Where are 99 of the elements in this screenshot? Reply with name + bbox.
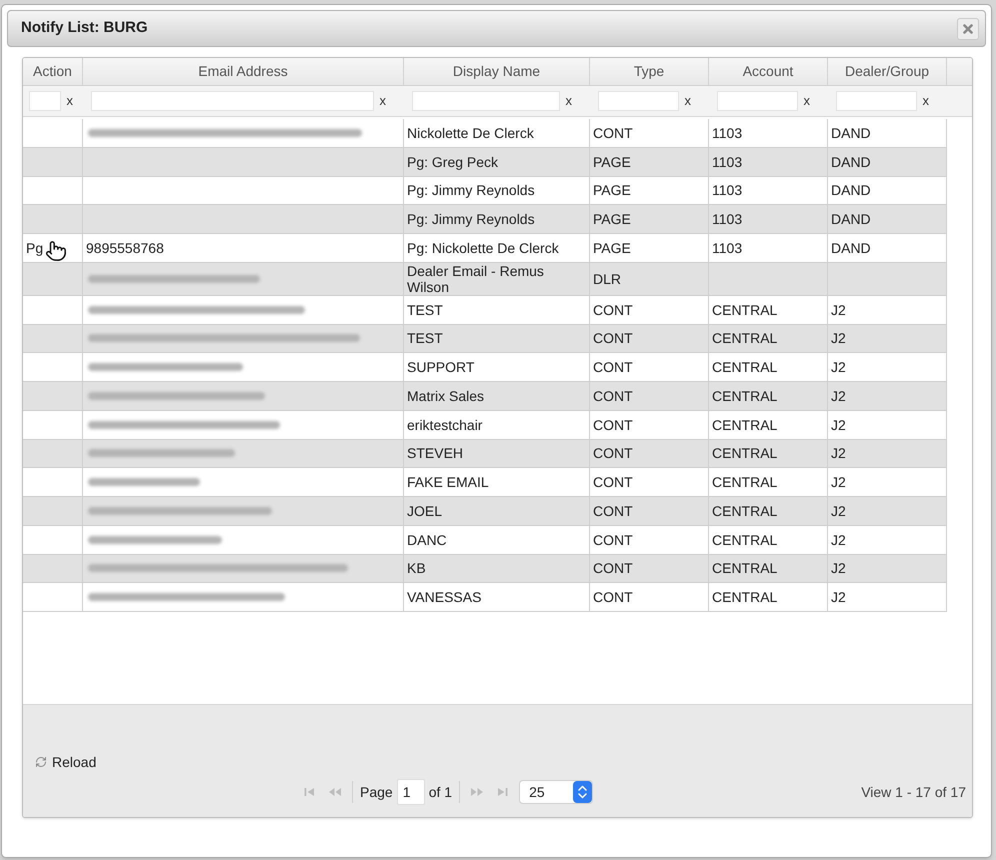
prev-page-icon [328, 787, 342, 797]
table-cell: JOEL [404, 497, 590, 525]
table-cell: J2 [828, 324, 947, 352]
refresh-icon [35, 756, 47, 768]
filter-input[interactable] [91, 91, 374, 111]
page-input[interactable]: 1 [396, 779, 425, 805]
filter-input[interactable] [29, 91, 60, 111]
table-cell: J2 [828, 583, 947, 611]
table-cell: PAGE [590, 176, 709, 204]
table-cell: SUPPORT [404, 353, 590, 381]
dialog-title: Notify List: BURG [21, 18, 148, 38]
filter-input[interactable] [598, 91, 678, 111]
table-cell: J2 [828, 296, 947, 324]
table-cell: Pg: Greg Peck [404, 148, 590, 176]
table-cell: 9895558768 [83, 234, 404, 262]
table-cell: Dealer Email - Remus Wilson [404, 262, 590, 295]
column-header[interactable]: Display Name [404, 58, 590, 85]
next-page-icon [470, 787, 484, 797]
table-cell: CONT [590, 468, 709, 496]
table-cell: TEST [404, 296, 590, 324]
table-cell: Pg: Jimmy Reynolds [404, 205, 590, 233]
cell-text: Pg [26, 240, 44, 256]
table-cell: CONT [590, 382, 709, 410]
table-cell: J2 [828, 526, 947, 554]
table-cell: CENTRAL [709, 554, 828, 582]
table-cell: CENTRAL [709, 324, 828, 352]
table-cell: 1103 [709, 234, 828, 262]
table-cell: CONT [590, 410, 709, 438]
table-cell: J2 [828, 468, 947, 496]
clear-filter-button[interactable]: x [684, 94, 691, 108]
table-cell: J2 [828, 382, 947, 410]
column-header[interactable]: Dealer/Group [828, 58, 947, 85]
table-cell: DAND [828, 205, 947, 233]
stepper-icon [573, 781, 592, 803]
table-cell: J2 [828, 497, 947, 525]
table-cell: Nickolette De Clerck [404, 119, 590, 147]
table-cell: CENTRAL [709, 353, 828, 381]
filter-input[interactable] [717, 91, 798, 111]
table-cell: 1103 [709, 119, 828, 147]
table-cell: 1103 [709, 176, 828, 204]
clear-filter-button[interactable]: x [66, 94, 73, 108]
table-cell: STEVEH [404, 440, 590, 468]
table-cell: 1103 [709, 148, 828, 176]
table-cell: TEST [404, 324, 590, 352]
clear-filter-button[interactable]: x [566, 94, 572, 108]
page-size-select[interactable]: 25 [519, 780, 594, 804]
table-cell: CONT [590, 296, 709, 324]
table-cell: CONT [590, 583, 709, 611]
table-cell: CENTRAL [709, 382, 828, 410]
filter-input[interactable] [412, 91, 560, 111]
clear-filter-button[interactable]: x [804, 94, 810, 108]
column-header[interactable]: Action [23, 58, 83, 85]
table-cell: CONT [590, 324, 709, 352]
table-cell: DAND [828, 148, 947, 176]
table-cell: KB [404, 554, 590, 582]
table-cell: DAND [828, 176, 947, 204]
column-header[interactable]: Account [709, 58, 828, 85]
table-cell: CENTRAL [709, 497, 828, 525]
table-cell: FAKE EMAIL [404, 468, 590, 496]
table-cell: J2 [828, 440, 947, 468]
table-cell: CENTRAL [709, 296, 828, 324]
table-cell: CONT [590, 554, 709, 582]
page-total: of 1 [428, 782, 452, 802]
close-button[interactable] [957, 18, 979, 40]
table-cell: PAGE [590, 205, 709, 233]
table-cell: CENTRAL [709, 583, 828, 611]
table-cell: Pg: Jimmy Reynolds [404, 176, 590, 204]
table-cell: CONT [590, 497, 709, 525]
table-cell: CONT [590, 440, 709, 468]
table-cell: CONT [590, 119, 709, 147]
table-cell: 1103 [709, 205, 828, 233]
close-icon [963, 24, 973, 34]
table-cell: DLR [590, 262, 709, 295]
table-cell: CONT [590, 353, 709, 381]
table-cell: VANESSAS [404, 583, 590, 611]
table-cell: PAGE [590, 148, 709, 176]
table-cell: eriktestchair [404, 410, 590, 438]
clear-filter-button[interactable]: x [922, 94, 929, 108]
column-header[interactable]: Email Address [83, 58, 404, 85]
table-cell: CENTRAL [709, 410, 828, 438]
column-header[interactable]: Type [590, 58, 709, 85]
table-cell: PAGE [590, 234, 709, 262]
table-cell: J2 [828, 554, 947, 582]
record-count: View 1 - 17 of 17 [861, 782, 967, 802]
table-cell: CONT [590, 526, 709, 554]
filter-input[interactable] [836, 91, 916, 111]
table-cell: DAND [828, 119, 947, 147]
page-label: Page [360, 782, 393, 802]
table-cell: CENTRAL [709, 468, 828, 496]
table-cell: CENTRAL [709, 526, 828, 554]
table-cell: CENTRAL [709, 440, 828, 468]
table-cell: Pg: Nickolette De Clerck [404, 234, 590, 262]
table-cell: DAND [828, 234, 947, 262]
table-cell: Matrix Sales [404, 382, 590, 410]
reload-button[interactable]: Reload [35, 752, 96, 772]
clear-filter-button[interactable]: x [380, 94, 386, 108]
table-cell: J2 [828, 353, 947, 381]
table-cell: J2 [828, 410, 947, 438]
table-cell: DANC [404, 526, 590, 554]
